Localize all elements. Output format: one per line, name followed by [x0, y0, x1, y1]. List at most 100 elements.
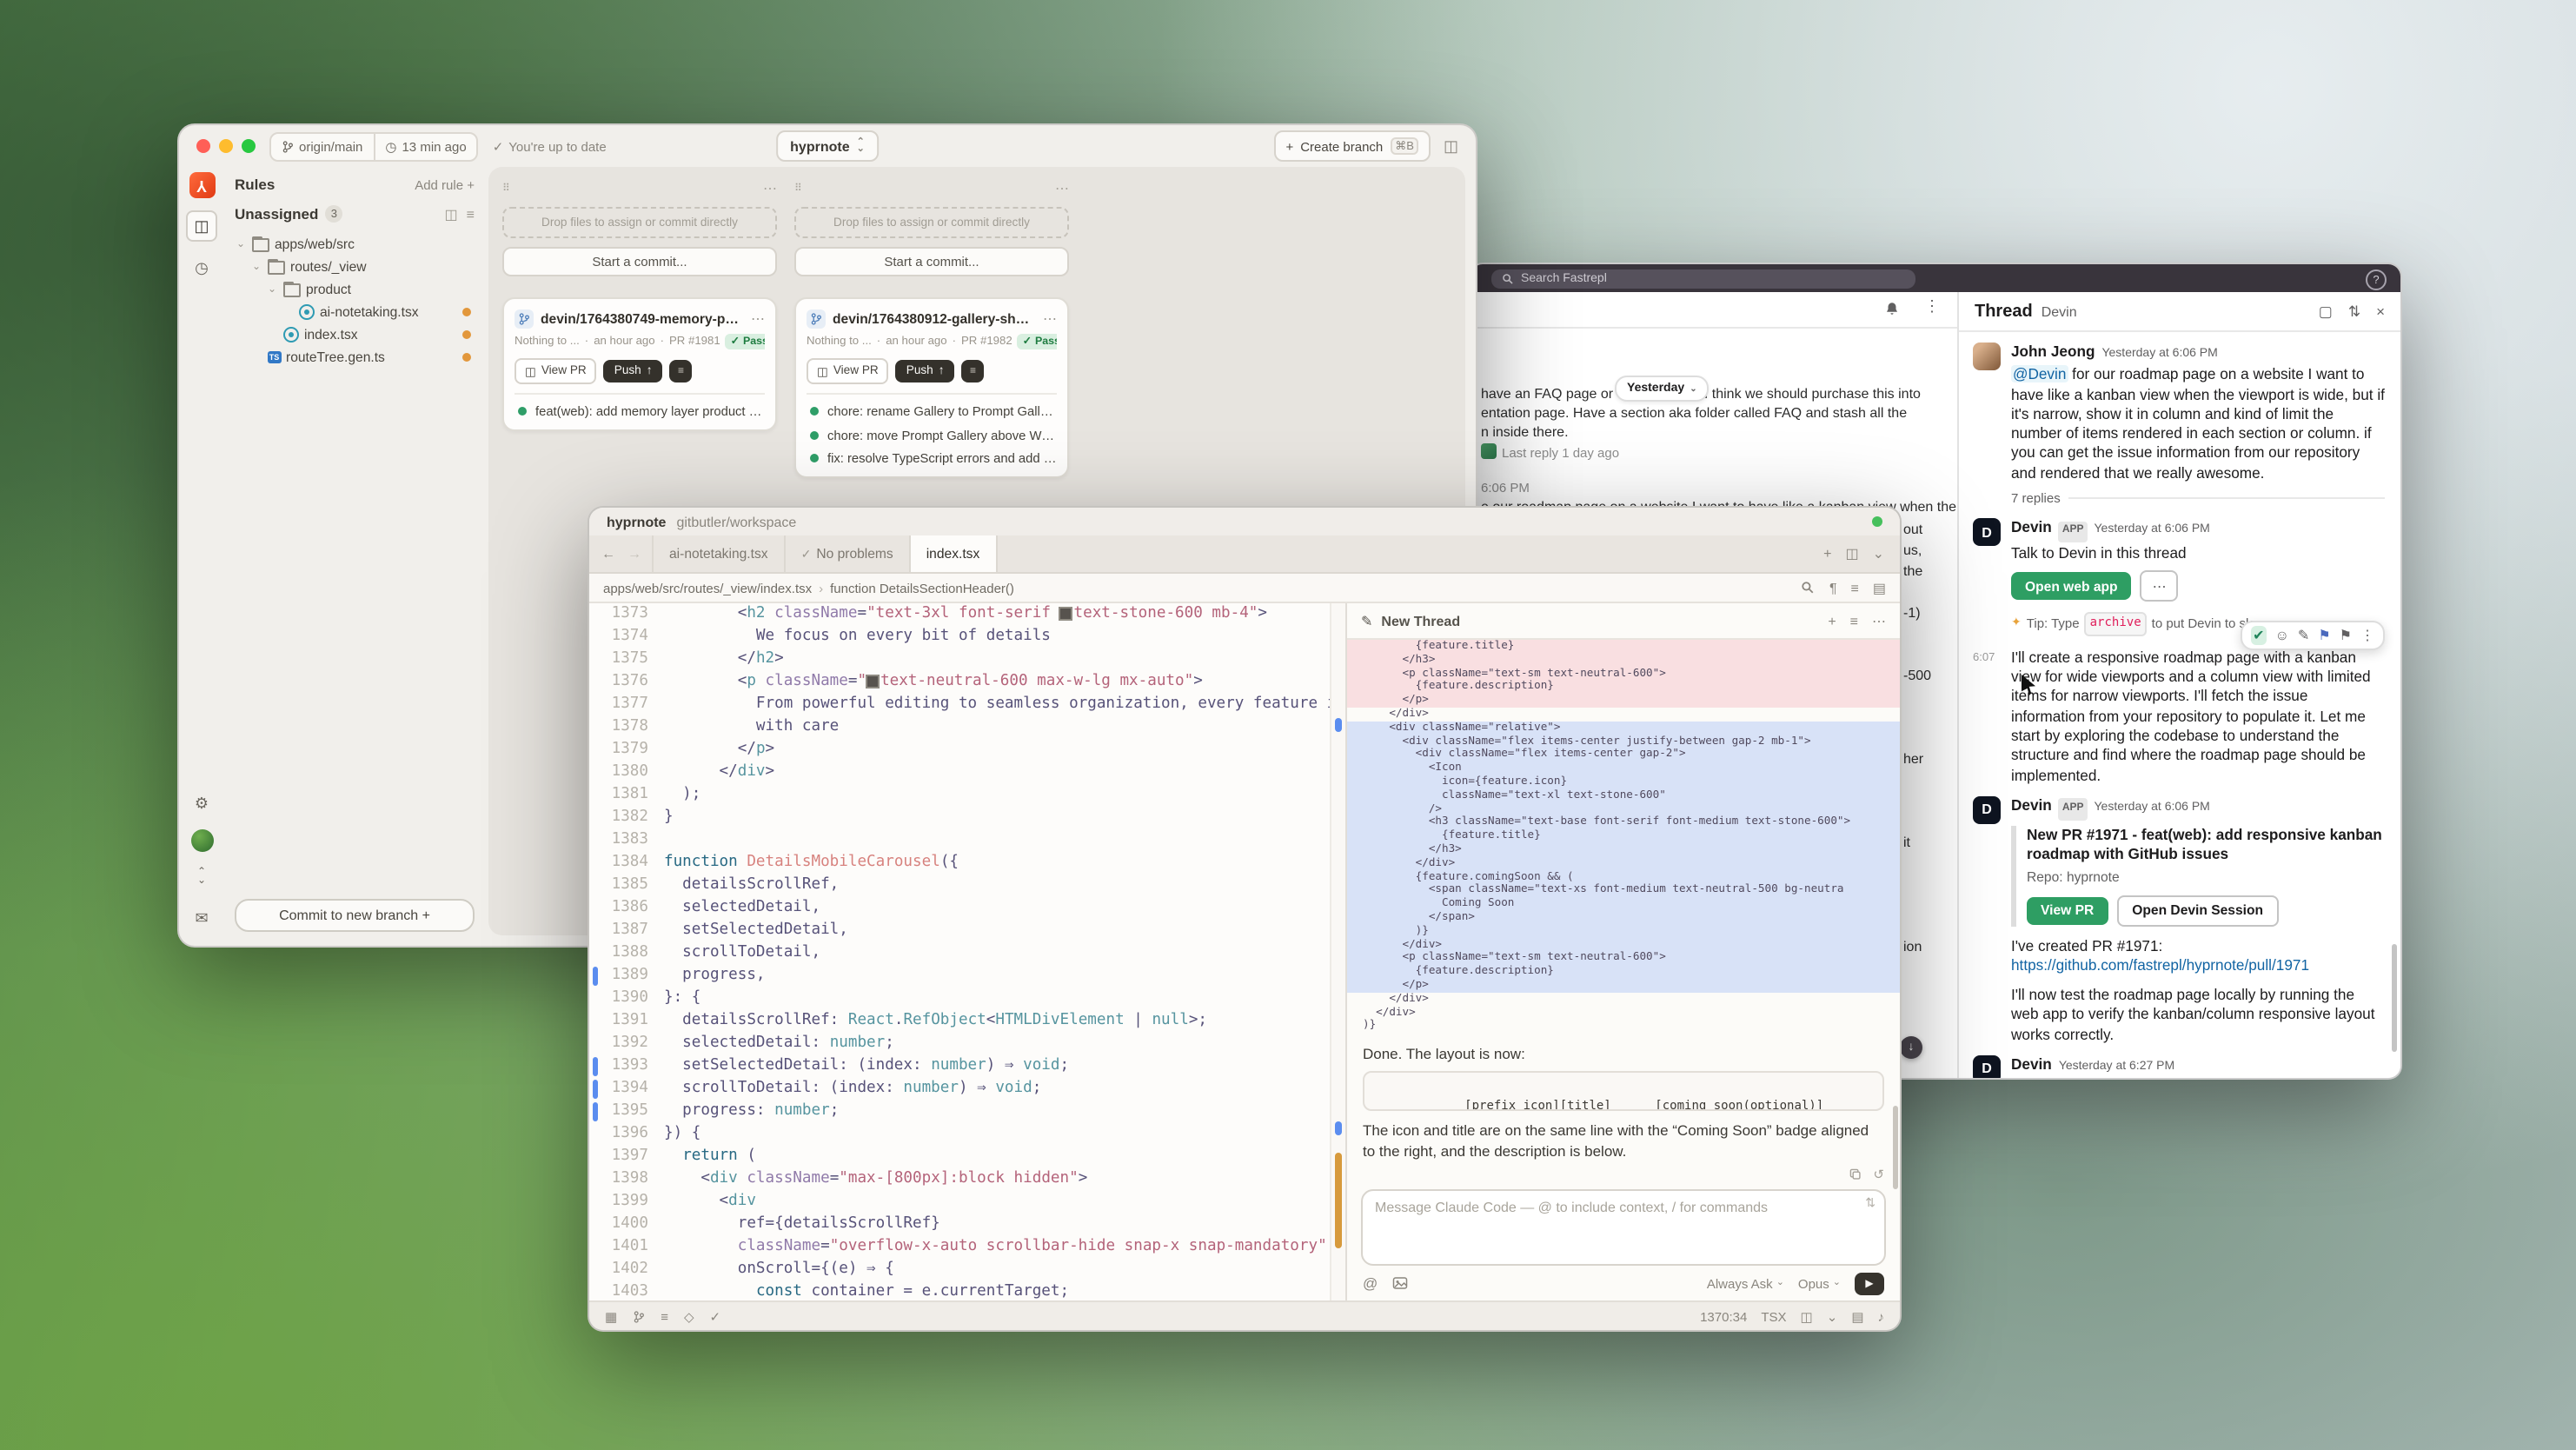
commit-to-new-branch-button[interactable]: Commit to new branch + [235, 899, 475, 932]
devin-avatar[interactable]: D [1973, 519, 2001, 547]
devin-avatar[interactable]: D [1973, 1055, 2001, 1078]
open-devin-session-button[interactable]: Open Devin Session [2116, 895, 2279, 926]
lane-menu-icon[interactable]: ⋯ [763, 180, 777, 196]
open-web-app-button[interactable]: Open web app [2011, 573, 2132, 601]
close-icon[interactable]: × [2376, 302, 2385, 321]
sender-name[interactable]: John Jeong [2011, 343, 2095, 362]
commit-row[interactable]: chore: rename Gallery to Prompt Gallery … [807, 400, 1057, 423]
tree-item[interactable]: ⌄routes/_view [235, 256, 475, 278]
copilot-icon[interactable]: ◫ [1801, 1308, 1813, 1324]
copy-response-icon[interactable] [1849, 1168, 1861, 1181]
code-line[interactable]: 1377 From powerful editing to seamless o… [589, 694, 1330, 716]
pr-link[interactable]: https://github.com/fastrepl/hyprnote/pul… [2011, 956, 2385, 976]
drag-handle-icon[interactable]: ⠿ [794, 182, 804, 194]
code-line[interactable]: 1383 [589, 829, 1330, 852]
agent-message-input[interactable]: Message Claude Code — @ to include conte… [1361, 1189, 1886, 1266]
code-line[interactable]: 1386 selectedDetail, [589, 897, 1330, 920]
code-line[interactable]: 1394 scrollToDetail: (index: number) ⇒ v… [589, 1078, 1330, 1101]
ci-status-badge[interactable]: ✓Passed [726, 334, 765, 349]
feedback-mail-icon[interactable]: ✉ [188, 904, 216, 932]
collab-indicator[interactable] [1872, 516, 1882, 527]
code-line[interactable]: 1397 return ( [589, 1146, 1330, 1168]
nav-back-icon[interactable]: ← [601, 546, 615, 562]
completed-check-icon[interactable]: ✔ [2251, 626, 2266, 646]
git-branch-icon[interactable] [633, 1310, 645, 1322]
breadcrumb-path[interactable]: apps/web/src/routes/_view/index.tsx [603, 580, 812, 595]
code-line[interactable]: 1398 <div className="max-[800px]:block h… [589, 1168, 1330, 1191]
history-button[interactable]: ◷ [188, 254, 216, 282]
push-button[interactable]: Push↑ [604, 360, 663, 382]
cursor-position[interactable]: 1370:34 [1700, 1308, 1747, 1324]
timestamp[interactable]: Yesterday at 6:27 PM [2059, 1057, 2174, 1077]
view-pr-button[interactable]: View PR [2027, 896, 2108, 924]
layout-icon[interactable]: ▤ [1851, 1308, 1863, 1324]
code-line[interactable]: 1392 selectedDetail: number; [589, 1033, 1330, 1055]
drop-zone[interactable]: Drop files to assign or commit directly [502, 207, 777, 238]
push-options-button[interactable]: ≡ [670, 360, 693, 382]
code-line[interactable]: 1378 with care [589, 716, 1330, 739]
inlay-icon[interactable]: ▤ [1873, 580, 1886, 595]
code-line[interactable]: 1374 We focus on every bit of details [589, 626, 1330, 649]
code-line[interactable]: 1402 onScroll={(e) ⇒ { [589, 1259, 1330, 1281]
tree-item[interactable]: TSrouteTree.gen.ts [235, 346, 475, 369]
diagnostics-icon[interactable]: ◇ [684, 1308, 694, 1324]
minimize-window-button[interactable] [219, 139, 233, 153]
help-icon[interactable]: ? [2366, 269, 2387, 290]
add-rule-button[interactable]: Add rule + [415, 176, 475, 192]
toggle-panel-icon[interactable]: ◫ [1444, 136, 1458, 156]
toggle-icon[interactable]: ⌄ [1827, 1308, 1838, 1324]
code-line[interactable]: 1380 </div> [589, 762, 1330, 784]
new-tab-icon[interactable]: + [1823, 546, 1831, 562]
timestamp[interactable]: Yesterday at 6:06 PM [2095, 798, 2210, 818]
terminal-icon[interactable]: ✓ [710, 1308, 721, 1324]
add-thread-icon[interactable]: + [1828, 613, 1836, 629]
date-divider-pill[interactable]: Yesterday⌄ [1615, 376, 1710, 402]
code-line[interactable]: 1385 detailsScrollRef, [589, 875, 1330, 897]
panel-menu-icon[interactable]: ⋯ [1872, 613, 1886, 629]
nav-forward-icon[interactable]: → [627, 546, 641, 562]
pr-number[interactable]: PR #1981 [669, 336, 720, 348]
code-line[interactable]: 1388 scrollToDetail, [589, 942, 1330, 965]
base-branch-chip[interactable]: origin/main ◷ 13 min ago [269, 131, 479, 161]
tab-index-tsx[interactable]: index.tsx [909, 535, 998, 572]
sender-name[interactable]: Devin [2011, 1055, 2052, 1075]
code-line[interactable]: 1400 ref={detailsScrollRef} [589, 1214, 1330, 1236]
code-line[interactable]: 1391 detailsScrollRef: React.RefObject<H… [589, 1010, 1330, 1033]
workspace-selector[interactable]: hyprnote ⌃⌄ [776, 130, 879, 162]
outline-icon[interactable]: ≡ [1851, 580, 1859, 595]
retry-icon[interactable]: ↺ [1873, 1167, 1884, 1182]
mention-chip[interactable]: @Devin [2011, 366, 2068, 383]
jump-to-latest-button[interactable]: ↓ [1900, 1036, 1922, 1059]
create-branch-button[interactable]: + Create branch ⌘B [1273, 130, 1431, 162]
bookmark-icon[interactable]: ⚑ [2340, 626, 2352, 646]
timestamp[interactable]: Yesterday at 6:06 PM [2101, 344, 2217, 364]
replies-count[interactable]: 7 replies [2011, 489, 2385, 509]
timestamp[interactable]: Yesterday at 6:06 PM [2095, 521, 2210, 541]
code-line[interactable]: 1379 </p> [589, 739, 1330, 762]
expand-input-icon[interactable]: ⇅ [1865, 1196, 1876, 1210]
slack-toolbar[interactable]: Search Fastrepl ? [1471, 264, 2400, 292]
search-input[interactable]: Search Fastrepl [1491, 269, 1915, 288]
code-line[interactable]: 1401 className="overflow-x-auto scrollba… [589, 1236, 1330, 1259]
model-select[interactable]: Opus⌄ [1798, 1275, 1841, 1291]
code-line[interactable]: 1373 <h2 className="text-3xl font-serif … [589, 603, 1330, 626]
split-pane-icon[interactable]: ◫ [1845, 546, 1858, 562]
gitbutler-logo[interactable]: Y [189, 172, 215, 198]
code-line[interactable]: 1396}) { [589, 1123, 1330, 1146]
project-panel-icon[interactable]: ▦ [605, 1308, 617, 1324]
editor-scrollbar[interactable] [1330, 603, 1345, 1300]
mention-context-icon[interactable]: @ [1363, 1274, 1378, 1292]
emoji-reaction-icon[interactable]: ☺ [2275, 626, 2289, 646]
user-avatar[interactable] [190, 829, 213, 852]
branch-menu-icon[interactable]: ⋯ [751, 311, 765, 327]
notifications-bell-icon[interactable] [1884, 301, 1900, 316]
gitbutler-titlebar[interactable]: origin/main ◷ 13 min ago ✓ You're up to … [179, 125, 1476, 167]
close-window-button[interactable] [196, 139, 210, 153]
more-actions-icon[interactable]: ⋮ [2360, 626, 2374, 646]
tree-item[interactable]: ⌄apps/web/src [235, 233, 475, 256]
wrap-icon[interactable]: ¶ [1829, 580, 1837, 595]
code-line[interactable]: 1381 ); [589, 784, 1330, 807]
code-editor[interactable]: 1373 <h2 className="text-3xl font-serif … [589, 603, 1330, 1300]
list-view-icon[interactable]: ◫ [445, 206, 458, 222]
branch-name[interactable]: devin/1764380912-gallery-shortcuts [833, 311, 1036, 327]
